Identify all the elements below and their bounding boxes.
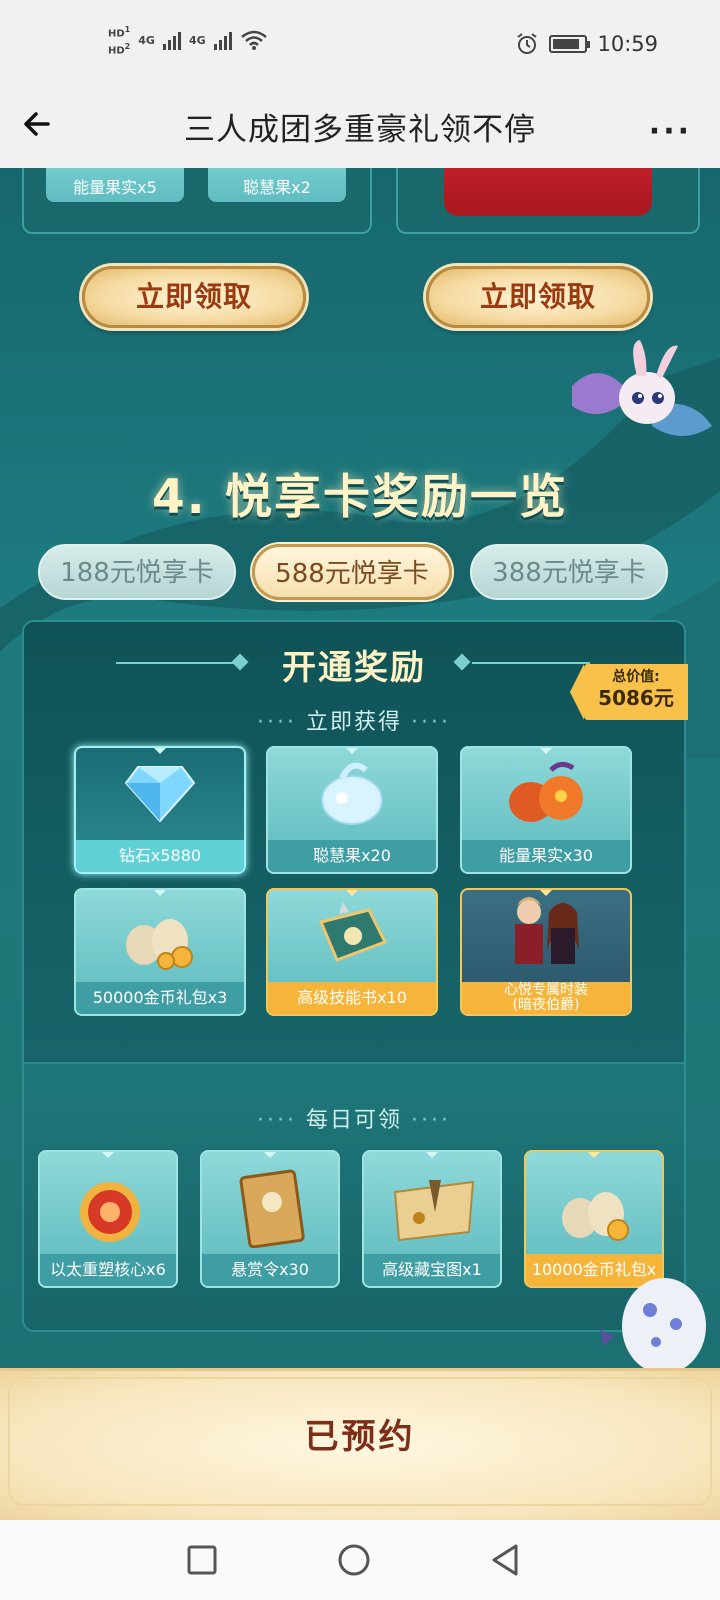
main-content[interactable]: 能量果实x5 聪慧果x2 立即领取 立即领取 4. 悦享卡奖励一览 188元悦享…	[0, 168, 720, 1520]
coin-bag-icon	[562, 1192, 629, 1241]
title-bar: 三人成团多重豪礼领不停 ···	[0, 90, 720, 168]
home-icon[interactable]	[334, 1540, 374, 1580]
energy-fruit-icon	[509, 762, 583, 822]
signal-icon-2	[213, 30, 232, 51]
hd-indicators: HD1 HD2	[108, 24, 130, 57]
total-value-caption: 总价值:	[612, 669, 660, 685]
total-value-tag: 总价值: 5086元	[570, 664, 688, 720]
daily-item-label: 以太重塑核心x6	[40, 1254, 176, 1286]
daily-label: 每日可领	[305, 1108, 402, 1133]
page-title: 三人成团多重豪礼领不停	[184, 112, 536, 148]
wisdom-fruit-icon	[321, 762, 383, 825]
daily-item-bounty-order[interactable]: 悬赏令x30	[200, 1150, 340, 1288]
red-gift-box-icon	[444, 168, 652, 216]
mini-item-label: 聪慧果x2	[243, 178, 311, 197]
reward-item-energy-fruit[interactable]: 能量果实x30	[460, 746, 632, 874]
treasure-map-icon	[393, 1180, 475, 1242]
energy-fruit-mini-item: 能量果实x5	[46, 168, 184, 202]
daily-item-ether-core[interactable]: 以太重塑核心x6	[38, 1150, 178, 1288]
reward-item-wisdom-fruit[interactable]: 聪慧果x20	[266, 746, 438, 874]
tab-588[interactable]: 588元悦享卡	[252, 544, 452, 600]
bounty-order-icon	[239, 1169, 305, 1248]
navigation-bar	[0, 1520, 720, 1600]
mini-item-label: 能量果实x5	[73, 178, 157, 197]
reserved-button[interactable]: 已预约	[0, 1409, 720, 1458]
reward-card-left: 能量果实x5 聪慧果x2	[22, 168, 372, 234]
wifi-icon	[240, 31, 267, 51]
tab-188[interactable]: 188元悦享卡	[38, 544, 236, 600]
wisdom-fruit-mini-item: 聪慧果x2	[208, 168, 346, 202]
ether-core-icon	[80, 1182, 140, 1242]
total-value-amount: 5086元	[598, 686, 674, 710]
network-label-1: 4G	[138, 33, 155, 47]
reward-item-skill-book[interactable]: 高级技能书x10	[266, 888, 438, 1016]
skill-book-icon	[318, 902, 388, 962]
reward-item-label: 聪慧果x20	[268, 840, 436, 872]
hd1-label: HD1	[108, 25, 131, 40]
more-menu-icon[interactable]: ···	[649, 114, 692, 149]
back-nav-icon[interactable]	[486, 1540, 526, 1580]
reserve-bar: 已预约	[0, 1368, 720, 1520]
reward-item-label: 高级技能书x10	[268, 982, 436, 1014]
network-label-2: 4G	[188, 33, 206, 47]
hd2-label: HD2	[108, 42, 131, 57]
reward-card-right	[396, 168, 700, 234]
reward-item-label: 能量果实x30	[462, 840, 630, 872]
reward-item-label: 钻石x5880	[76, 840, 244, 872]
battery-icon	[549, 35, 591, 53]
instant-label: 立即获得	[305, 710, 402, 735]
status-right: 10:59	[515, 32, 658, 56]
mascot-bunny-icon	[572, 340, 712, 436]
reward-item-coin-bag[interactable]: 50000金币礼包x3	[74, 888, 246, 1016]
alarm-icon	[517, 33, 538, 54]
reward-item-label: 心悦专属时装 (暗夜伯爵)	[462, 982, 630, 1014]
status-bar: HD1 HD2 4G 4G 10:59	[0, 0, 720, 90]
tab-388[interactable]: 388元悦享卡	[470, 544, 668, 600]
recent-apps-icon[interactable]	[182, 1540, 222, 1580]
claim-button-right[interactable]: 立即领取	[426, 266, 650, 328]
signal-group: HD1 HD2 4G 4G	[108, 24, 268, 57]
reward-item-costume[interactable]: 心悦专属时装 (暗夜伯爵)	[460, 888, 632, 1016]
signal-icon-1	[162, 30, 181, 51]
reward-item-diamond[interactable]: 钻石x5880	[74, 746, 246, 874]
reward-item-label: 50000金币礼包x3	[76, 982, 244, 1014]
daily-item-label: 悬赏令x30	[202, 1254, 338, 1286]
claim-button-left[interactable]: 立即领取	[82, 266, 306, 328]
costume-icon	[515, 897, 579, 964]
daily-item-label: 高级藏宝图x1	[364, 1254, 500, 1286]
coin-bag-icon	[126, 919, 193, 970]
daily-item-treasure-map[interactable]: 高级藏宝图x1	[362, 1150, 502, 1288]
diamond-icon	[124, 766, 196, 823]
clock: 10:59	[597, 32, 658, 56]
daily-label-row: ···· 每日可领 ····	[257, 1108, 451, 1133]
section-title: 4. 悦享卡奖励一览	[152, 470, 568, 525]
